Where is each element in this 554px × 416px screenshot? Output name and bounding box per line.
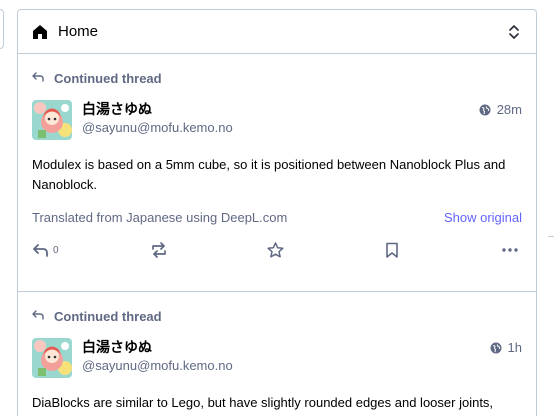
account-handle: @sayunu@mofu.kemo.no [82,120,233,135]
status-content: DiaBlocks are similar to Lego, but have … [32,395,494,416]
status-meta[interactable]: 28m [479,100,522,117]
star-icon [267,242,284,258]
globe-icon [490,342,502,354]
author-names[interactable]: 白湯さゆぬ @sayunu@mofu.kemo.no [82,100,479,138]
prepend-label: Continued thread [54,70,162,86]
reply-icon [32,243,49,257]
boost-button[interactable] [150,242,267,258]
column-title: Home [58,23,99,40]
display-name: 白湯さゆぬ [82,339,152,355]
status-meta[interactable]: 1h [490,338,522,355]
status-header: 白湯さゆぬ @sayunu@mofu.kemo.no 28m [32,100,522,140]
reply-button[interactable]: 0 [32,243,150,257]
show-original-link[interactable]: Show original [444,210,522,225]
translation-label: Translated from Japanese using DeepL.com [32,210,288,225]
status-card[interactable]: Continued thread 白湯さゆぬ @sayunu@mofu.kemo… [18,70,536,292]
chevron-up-down-icon[interactable] [506,21,522,43]
bookmark-button[interactable] [385,242,502,258]
adjacent-column-edge [0,9,4,49]
home-icon [32,23,50,41]
translation-bar: Translated from Japanese using DeepL.com… [32,210,522,225]
status-action-bar: 0 [32,240,522,260]
more-options-button[interactable] [502,248,518,252]
home-column: Home Continued thread 白湯さゆぬ @sayunu@mofu… [17,9,537,416]
avatar[interactable] [32,338,72,378]
status-card[interactable]: Continued thread 白湯さゆぬ @sayunu@mofu.kemo… [18,308,536,416]
status-time: 28m [496,102,522,117]
column-header[interactable]: Home [18,10,536,54]
ellipsis-icon [502,248,518,252]
avatar[interactable] [32,100,72,140]
account-handle: @sayunu@mofu.kemo.no [82,358,233,373]
status-time: 1h [507,340,522,355]
prepend-label: Continued thread [54,308,162,324]
status-prepend: Continued thread [32,308,522,324]
reply-count: 0 [53,244,59,256]
reply-arrow-icon [32,72,46,84]
favourite-button[interactable] [267,242,385,258]
status-header: 白湯さゆぬ @sayunu@mofu.kemo.no 1h [32,338,522,378]
boost-icon [150,242,168,258]
display-name: 白湯さゆぬ [82,101,152,117]
stage: Home Continued thread 白湯さゆぬ @sayunu@mofu… [0,0,554,416]
reply-arrow-icon [32,310,46,322]
globe-icon [479,104,491,116]
status-prepend: Continued thread [32,70,522,86]
status-content: Modulex is based on a 5mm cube, so it is… [32,157,506,192]
author-names[interactable]: 白湯さゆぬ @sayunu@mofu.kemo.no [82,338,490,376]
adjacent-divider [548,236,554,237]
bookmark-icon [385,242,399,258]
